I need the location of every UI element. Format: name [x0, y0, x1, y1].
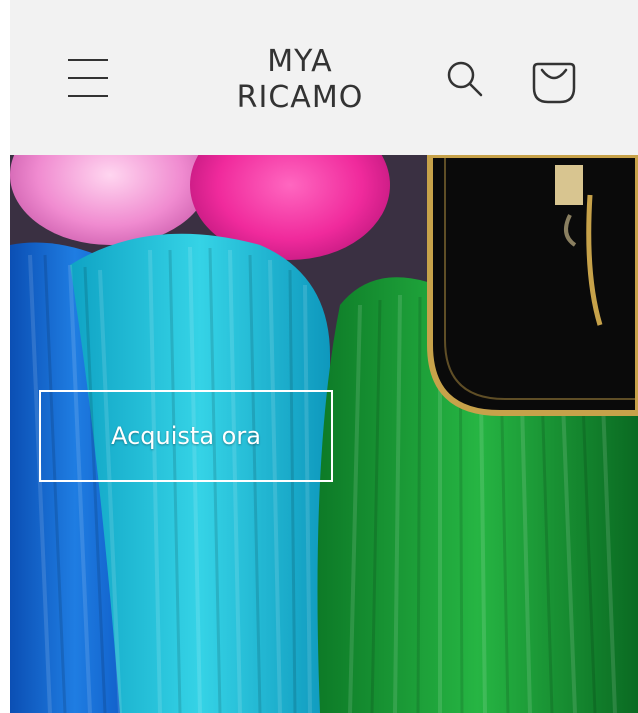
menu-line — [68, 59, 108, 61]
shop-now-button[interactable]: Acquista ora — [39, 390, 333, 482]
page: MYA RICAMO Acquista ora — [0, 0, 638, 713]
menu-line — [68, 77, 108, 79]
search-button[interactable] — [443, 58, 487, 102]
menu-button[interactable] — [66, 56, 110, 100]
site-header: MYA RICAMO — [0, 0, 638, 155]
brand-logo-link[interactable]: MYA RICAMO — [215, 44, 385, 116]
brand-line-2: RICAMO — [236, 80, 364, 115]
cart-icon — [532, 62, 576, 104]
menu-line — [68, 95, 108, 97]
left-edge-strip — [0, 0, 10, 713]
brand-line-1: MYA — [267, 44, 333, 79]
cart-button[interactable] — [530, 58, 578, 106]
search-icon — [447, 61, 483, 97]
